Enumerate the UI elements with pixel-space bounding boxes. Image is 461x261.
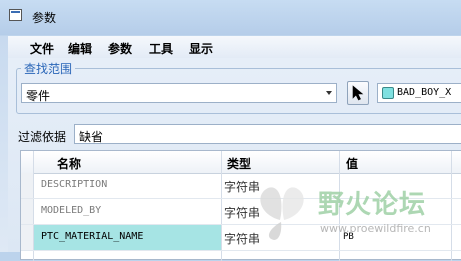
menu-parameters[interactable]: 参数 [108, 40, 132, 57]
parameter-name[interactable]: MODELED_BY [41, 205, 101, 216]
menu-file[interactable]: 文件 [30, 40, 54, 57]
butterfly-logo-icon [260, 187, 304, 240]
filter-select[interactable]: 缺省 [74, 124, 461, 144]
selected-object-field[interactable]: BAD_BOY_X [377, 83, 461, 103]
object-type-select[interactable]: 零件 [21, 83, 337, 103]
window-title: 参数 [32, 11, 57, 25]
filter-label: 过滤依据 [18, 130, 67, 144]
search-scope-group: 查找范围 零件 BAD_BOY_X [16, 60, 461, 114]
parameter-name[interactable]: DESCRIPTION [41, 179, 107, 190]
object-type-value: 零件 [26, 89, 51, 103]
column-header-value[interactable]: 值 [346, 155, 358, 172]
search-scope-title: 查找范围 [21, 60, 76, 77]
arrow-cursor-icon [352, 85, 364, 101]
menu-display[interactable]: 显示 [189, 40, 213, 57]
window-icon [9, 9, 22, 21]
menu-tools[interactable]: 工具 [149, 40, 173, 57]
title-bar: 参数 [0, 0, 461, 34]
menu-edit[interactable]: 编辑 [68, 40, 92, 57]
menu-bar: 文件 编辑 参数 工具 显示 [8, 36, 461, 58]
part-icon [382, 87, 394, 99]
chevron-down-icon[interactable] [326, 91, 332, 95]
watermark-url: www.proewildfire.cn [320, 222, 431, 235]
filter-value: 缺省 [79, 130, 104, 144]
table-header: 名称 类型 值 [21, 151, 461, 174]
selected-object-value: BAD_BOY_X [397, 87, 452, 98]
row-marker [21, 199, 34, 224]
select-object-button[interactable] [347, 81, 369, 105]
column-header-type[interactable]: 类型 [227, 155, 251, 172]
row-marker [21, 225, 34, 250]
row-marker [21, 173, 34, 198]
column-header-name[interactable]: 名称 [57, 155, 81, 172]
parameter-name[interactable]: PTC_MATERIAL_NAME [41, 231, 143, 242]
watermark-text: 野火论坛 [318, 190, 427, 220]
parameters-dialog: 参数 文件 编辑 参数 工具 显示 查找范围 零件 BAD_BOY_X 过滤依据… [0, 0, 461, 261]
site-watermark: 野火论坛 www.proewildfire.cn [250, 178, 461, 252]
